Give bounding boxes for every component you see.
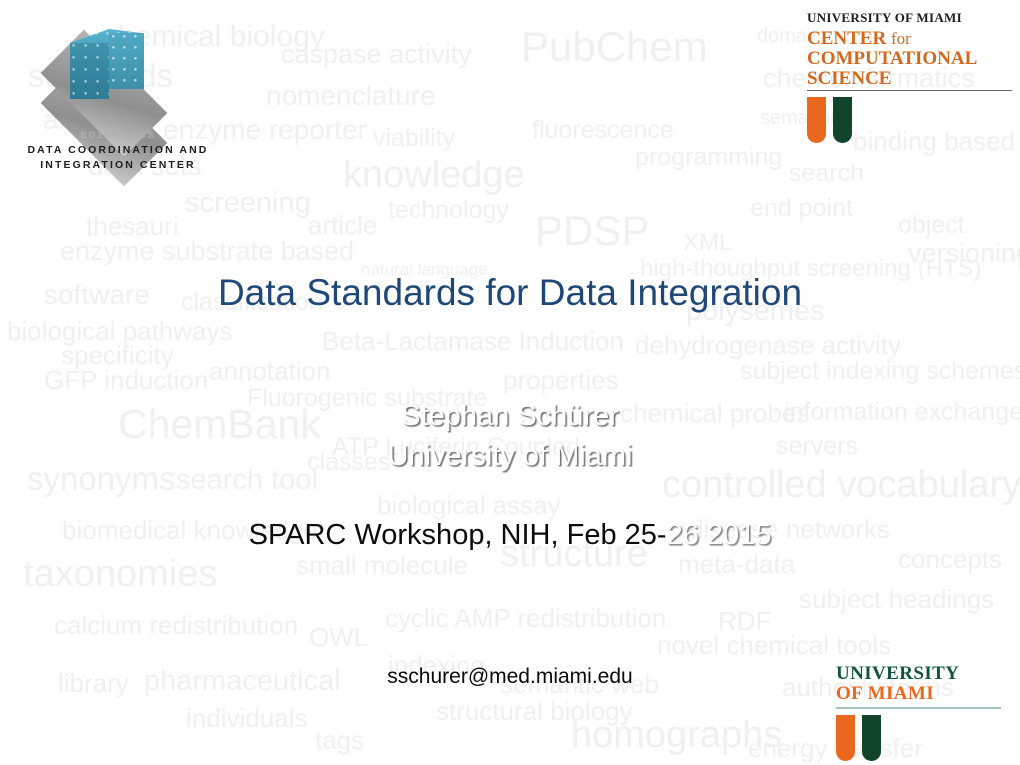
u-left-bar: [807, 97, 826, 144]
cloud-word: taxonomies: [23, 553, 218, 595]
cloud-word: structural biology: [436, 696, 633, 726]
cloud-word: programming: [635, 143, 783, 171]
cloud-word: dehydrogenase activity: [635, 330, 901, 360]
um-logo-divider: [836, 706, 1001, 709]
cloud-word: thesauri: [86, 211, 179, 241]
cloud-word: homographs: [571, 714, 783, 756]
cloud-word: technology: [388, 196, 509, 224]
cube-face-side: [109, 33, 144, 89]
presenter-name: Stephan Schürer: [401, 400, 619, 432]
bd2k-line-2: DATA COORDINATION AND: [27, 144, 209, 156]
ccs-divider: [807, 90, 1012, 92]
cloud-word: biological assay: [377, 490, 561, 520]
presenter-block: Stephan Schürer University of Miami: [0, 396, 1020, 476]
university-of-miami-logo: UNIVERSITY OF MIAMI: [836, 664, 1001, 761]
slide-title: Data Standards for Data Integration: [217, 272, 803, 313]
presenter-affiliation: University of Miami: [387, 440, 633, 473]
cloud-word: calcium redistribution: [54, 610, 299, 640]
cloud-word: subject headings: [799, 584, 995, 614]
event-primary-text: SPARC Workshop, NIH, Feb 25-: [248, 519, 667, 551]
cloud-word: OWL: [309, 622, 369, 652]
event-secondary-text: 26 2015: [666, 519, 772, 551]
um-center-computational-science-logo: UNIVERSITY OF MIAMI CENTER for COMPUTATI…: [807, 10, 1012, 144]
ccs-line-computational: COMPUTATIONAL: [807, 47, 978, 69]
cloud-word: screening: [185, 187, 311, 219]
cloud-word: XML: [683, 229, 733, 256]
event-line: SPARC Workshop, NIH, Feb 25-26 2015: [0, 518, 1020, 553]
cloud-word: nomenclature: [266, 80, 436, 111]
cloud-word: article: [308, 210, 378, 240]
cube-shape: [70, 29, 144, 99]
cloud-word: tags: [315, 725, 365, 755]
cloud-word: Beta-Lactamase Induction: [322, 326, 625, 356]
cloud-word: individuals: [186, 703, 308, 733]
cube-face-front: [70, 43, 109, 99]
cloud-word: PDSP: [535, 207, 650, 254]
cloud-word: search: [789, 159, 865, 187]
cloud-word: small molecule: [296, 550, 468, 580]
ccs-line-science: SCIENCE: [807, 67, 892, 89]
bd2k-lincs-logo: BD2K-LINCS DATA COORDINATION AND INTEGRA…: [18, 22, 218, 187]
cloud-word: novel chemical tools: [657, 630, 892, 660]
cloud-word: end point: [750, 194, 853, 222]
bd2k-line-1: BD2K-LINCS: [80, 130, 156, 140]
u-right-bar: [833, 97, 852, 144]
cloud-word: knowledge: [343, 154, 525, 196]
cloud-word: biological pathways: [7, 316, 233, 346]
cloud-word: annotation: [209, 356, 331, 386]
cloud-word: versioning: [908, 238, 1020, 268]
cloud-word: specificity: [61, 340, 174, 370]
cloud-word: enzyme substrate based: [60, 236, 355, 266]
um-u-mark-icon: [807, 97, 863, 144]
um-logo-line-2: OF MIAMI: [836, 682, 935, 704]
bd2k-line-3: INTEGRATION CENTER: [40, 159, 196, 172]
cloud-word: fluorescence: [532, 116, 674, 144]
cloud-word: properties: [503, 365, 619, 395]
um-logo-line-1: UNIVERSITY: [836, 663, 960, 684]
cloud-word: PubChem: [521, 23, 708, 70]
u-right-bar: [862, 714, 881, 761]
cloud-word: caspase activity: [281, 39, 472, 69]
um-u-mark-bottom-icon: [836, 714, 892, 761]
bd2k-logo-text: BD2K-LINCS DATA COORDINATION AND INTEGRA…: [18, 130, 218, 173]
cloud-word: meta-data: [678, 549, 796, 579]
ccs-line-center: CENTER for: [807, 28, 911, 49]
bd2k-cube-icon: [18, 22, 218, 187]
cloud-word: cyclic AMP redistribution: [385, 603, 667, 633]
cloud-word: viability: [373, 124, 455, 152]
ccs-university-line: UNIVERSITY OF MIAMI: [807, 10, 962, 25]
cloud-word: subject indexing schemes: [740, 357, 1020, 385]
cloud-word: RDF: [718, 606, 772, 636]
ccs-name-block: CENTER for COMPUTATIONAL SCIENCE: [807, 29, 1012, 88]
presentation-slide: chemical biology caspase activity PubChem d…: [0, 0, 1020, 765]
cloud-word: GFP induction: [44, 365, 209, 395]
u-left-bar: [836, 714, 855, 761]
cloud-word: object: [898, 211, 965, 239]
